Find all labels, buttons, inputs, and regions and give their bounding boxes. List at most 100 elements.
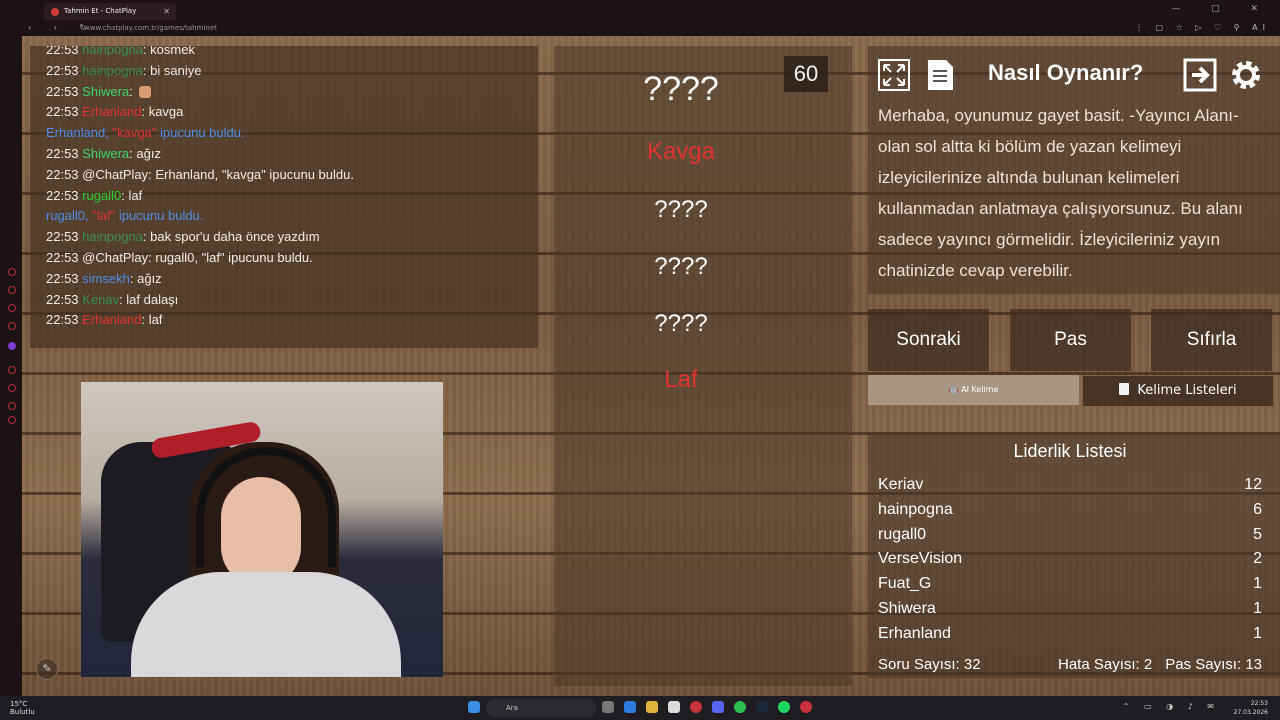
next-button[interactable]: Sonraki <box>868 309 989 371</box>
chat-username[interactable]: Erhanland <box>82 312 141 327</box>
store-icon[interactable] <box>668 701 680 713</box>
sidebar-app-icon[interactable] <box>8 416 16 424</box>
clue-word: ???? <box>654 253 708 280</box>
browser-tools-icon[interactable]: ⋮ ▢ ☆ ▷ ♡ ⚲ AI <box>1135 23 1270 32</box>
chat-timestamp: 22:53 <box>46 312 79 328</box>
tab-favicon-icon <box>51 8 59 16</box>
chat-message: 22:53 @ChatPlay: rugall0, "laf" ipucunu … <box>46 250 313 265</box>
chat-message: 22:53 @ChatPlay: Erhanland, "kavga" ipuc… <box>46 166 354 182</box>
edge-icon[interactable] <box>624 701 636 713</box>
clock[interactable]: 22:53 27.03.2026 <box>1234 699 1268 717</box>
error-count: Hata Sayısı: 2 <box>1058 656 1153 673</box>
sidebar-app-icon[interactable] <box>8 366 16 374</box>
player-name: rugall0 <box>878 525 927 543</box>
chat-username[interactable]: hainpogna <box>82 229 143 244</box>
player-score: 1 <box>1253 600 1262 617</box>
ai-word-button[interactable]: 🤖 AI Kelime <box>868 375 1079 405</box>
chat-timestamp: 22:53 <box>46 250 79 265</box>
player-score: 1 <box>1253 624 1262 642</box>
exit-icon[interactable] <box>1183 58 1217 92</box>
chat-message: 22:53 Shiwera: ağız <box>46 146 161 161</box>
chat-timestamp: 22:53 <box>46 187 79 203</box>
clue-word: Laf <box>664 366 698 393</box>
player-score: 2 <box>1253 550 1262 568</box>
chat-text: kavga <box>148 104 184 120</box>
chat-text: bi saniye <box>150 62 202 78</box>
sidebar-app-icon[interactable] <box>8 286 16 294</box>
player-name: Fuat_G <box>878 575 932 593</box>
sidebar-app-icon[interactable] <box>8 322 16 330</box>
chat-username[interactable]: simsekh <box>82 271 130 286</box>
chat-text: laf <box>128 187 143 203</box>
browser-tab[interactable]: Tahmin Et - ChatPlay ✕ <box>44 3 176 20</box>
chat-text: rugall0, "laf" ipucunu buldu. <box>155 250 313 265</box>
browser-titlebar: Tahmin Et - ChatPlay ✕ — ▢ ✕ ‹ › ↻ www.c… <box>0 0 1280 36</box>
chat-message: 22:53 hainpogna: bak spor'u daha önce ya… <box>46 229 320 245</box>
sidebar-twitch-icon[interactable] <box>8 342 16 350</box>
chat-username[interactable]: hainpogna <box>82 46 143 57</box>
word-lists-button[interactable]: Kelime Listeleri <box>1083 376 1273 406</box>
player-score: 1 <box>1253 575 1262 593</box>
task-view-icon[interactable] <box>602 701 614 713</box>
browser-sidebar <box>0 36 22 696</box>
chat-timestamp: 22:53 <box>46 146 79 161</box>
chat-username[interactable]: Erhanland <box>82 104 141 119</box>
taskbar: 15°C Bulutlu Ara ⌃ ▭ ◑ ♪ ✉ 22:53 27.03.2… <box>0 696 1280 720</box>
clock-date: 27.03.2026 <box>1233 709 1268 716</box>
sidebar-app-icon[interactable] <box>8 402 16 410</box>
close-tab-icon[interactable]: ✕ <box>163 3 170 20</box>
discord-icon[interactable] <box>712 701 724 713</box>
start-icon[interactable] <box>468 701 480 713</box>
player-name: Shiwera <box>878 600 936 617</box>
chat-username[interactable]: Shiwera <box>82 84 129 99</box>
emote-icon <box>139 85 152 98</box>
reset-button[interactable]: Sıfırla <box>1151 309 1272 371</box>
opera-icon[interactable] <box>690 701 702 713</box>
fullscreen-icon[interactable] <box>877 58 911 92</box>
player-name: Keriav <box>878 476 924 493</box>
chat-username[interactable]: rugall0 <box>82 188 121 203</box>
sidebar-app-icon[interactable] <box>8 268 16 276</box>
pass-count: Pas Sayısı: 13 <box>1165 656 1262 673</box>
chat-username[interactable]: hainpogna <box>82 63 143 78</box>
url-field[interactable]: www.chatplay.com.tr/games/tahminet <box>84 24 217 32</box>
sidebar-app-icon[interactable] <box>8 304 16 312</box>
chat-message: 22:53 Shiwera: <box>46 84 152 99</box>
player-score: 12 <box>1244 476 1262 493</box>
how-to-play-description: Merhaba, oyunumuz gayet basit. -Yayıncı … <box>878 106 1243 280</box>
how-to-play-title: Nasıl Oynanır? <box>988 60 1144 85</box>
chat-username[interactable]: @ChatPlay <box>82 250 148 265</box>
player-name: VerseVision <box>878 550 963 568</box>
opera-gx-icon[interactable] <box>800 701 812 713</box>
steam-icon[interactable] <box>756 701 768 713</box>
chat-timestamp: 22:53 <box>46 291 79 307</box>
chat-timestamp: 22:53 <box>46 46 79 57</box>
chat-username[interactable]: Keriav <box>82 292 119 307</box>
chat-timestamp: 22:53 <box>46 104 79 120</box>
spotify-icon[interactable] <box>778 701 790 713</box>
clock-time: 22:53 <box>1250 700 1268 707</box>
whatsapp-icon[interactable] <box>734 701 746 713</box>
word-lists-label: Kelime Listeleri <box>1137 383 1237 398</box>
window-controls[interactable]: — ▢ ✕ <box>1171 4 1272 14</box>
chat-username[interactable]: @ChatPlay <box>82 167 148 182</box>
document-icon[interactable] <box>925 58 959 92</box>
folder-icon[interactable] <box>646 701 658 713</box>
taskbar-search[interactable]: Ara <box>486 699 596 717</box>
system-tray[interactable]: ⌃ ▭ ◑ ♪ ✉ <box>1123 702 1220 711</box>
weather-widget[interactable]: 15°C Bulutlu <box>10 700 35 716</box>
weather-temp: 15°C <box>10 700 28 708</box>
address-bar[interactable]: ‹ › ↻ www.chatplay.com.tr/games/tahminet… <box>0 22 1280 36</box>
chat-message: Erhanland, "kavga" ipucunu buldu. <box>46 125 245 141</box>
player-score: 6 <box>1253 500 1262 518</box>
gear-icon[interactable] <box>1229 58 1263 92</box>
tab-bar: Tahmin Et - ChatPlay ✕ — ▢ ✕ <box>0 0 1280 22</box>
chat-message: 22:53 Erhanland: laf <box>46 312 163 328</box>
leaderboard-title: Liderlik Listesi <box>1013 441 1127 461</box>
chat-username[interactable]: Shiwera <box>82 146 129 161</box>
chat-timestamp: 22:53 <box>46 166 79 182</box>
chat-text: laf <box>148 312 163 328</box>
pass-button[interactable]: Pas <box>1010 309 1131 371</box>
pencil-icon[interactable]: ✎ <box>36 658 58 680</box>
sidebar-app-icon[interactable] <box>8 384 16 392</box>
